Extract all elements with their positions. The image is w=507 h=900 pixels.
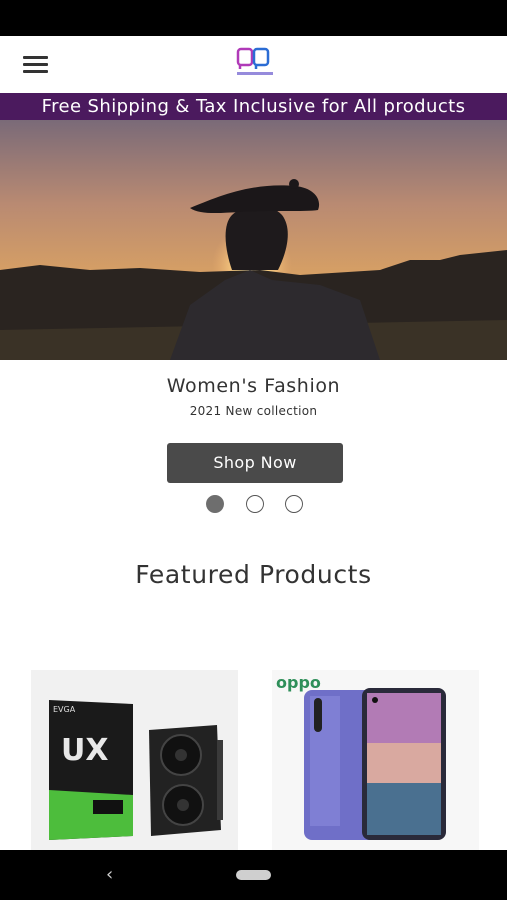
carousel-indicators: [203, 495, 313, 513]
promo-banner: Free Shipping & Tax Inclusive for All pr…: [0, 93, 507, 120]
app-header: [0, 36, 507, 93]
brand-label: oppo: [276, 673, 321, 692]
hamburger-menu-icon[interactable]: [23, 54, 48, 74]
store-logo-icon[interactable]: [234, 46, 276, 80]
product-card-smartphone[interactable]: oppo: [272, 670, 479, 850]
carousel-dot-3[interactable]: [285, 495, 303, 513]
featured-products-heading: Featured Products: [135, 560, 372, 589]
svg-text:UX: UX: [61, 733, 109, 768]
slide-title: Women's Fashion: [166, 375, 341, 397]
carousel-dot-1[interactable]: [206, 495, 224, 513]
brand-label: EVGA: [53, 705, 76, 714]
hero-banner-image[interactable]: [0, 120, 507, 360]
smartphone-image: oppo: [276, 673, 446, 840]
back-chevron-icon[interactable]: ‹: [106, 864, 113, 885]
system-navigation-bar: ‹: [0, 850, 507, 900]
home-pill-icon[interactable]: [236, 870, 271, 880]
carousel-dot-2[interactable]: [246, 495, 264, 513]
status-bar: [0, 0, 507, 36]
graphics-card-image: EVGA UX: [49, 700, 223, 840]
slide-subtitle: 2021 New collection: [189, 404, 318, 418]
product-card-graphics-card[interactable]: EVGA UX: [31, 670, 238, 850]
shop-now-button[interactable]: Shop Now: [167, 443, 343, 483]
